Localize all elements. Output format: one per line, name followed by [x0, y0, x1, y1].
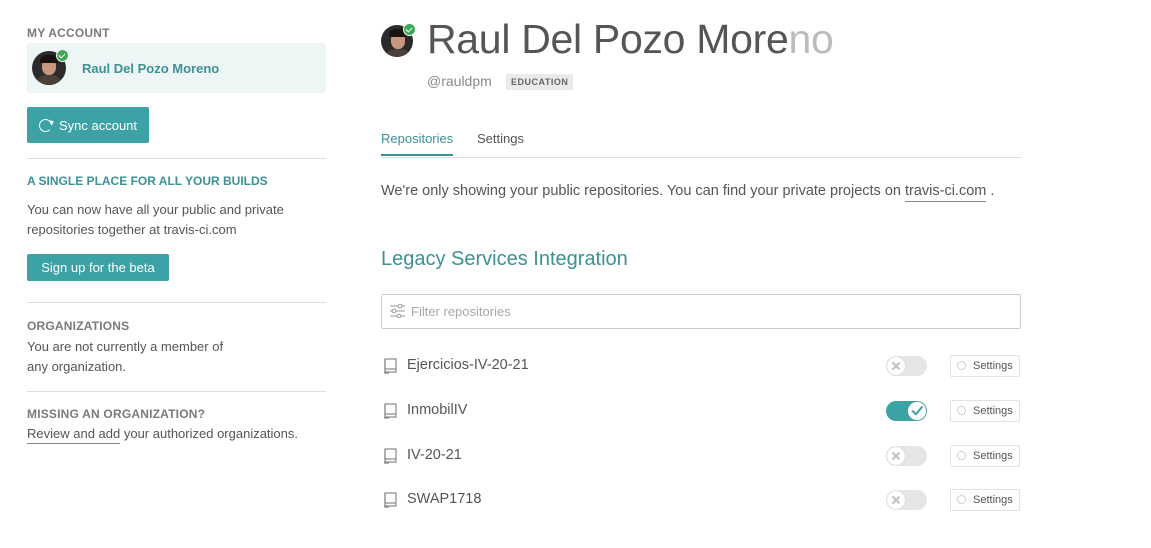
sign-up-beta-button[interactable]: Sign up for the beta — [27, 254, 169, 281]
my-account-heading: MY ACCOUNT — [27, 26, 110, 40]
profile-avatar — [381, 23, 416, 57]
repo-name[interactable]: Ejercicios-IV-20-21 — [407, 357, 529, 373]
sync-icon — [38, 118, 52, 132]
missing-org-heading: MISSING AN ORGANIZATION? — [27, 407, 206, 421]
repo-settings-label: Settings — [973, 360, 1013, 372]
divider — [27, 391, 326, 392]
repo-settings-label: Settings — [973, 450, 1013, 462]
filter-box[interactable] — [381, 294, 1021, 329]
repo-name[interactable]: InmobilIV — [407, 402, 467, 418]
divider — [27, 302, 326, 303]
avatar — [32, 49, 69, 85]
education-badge: EDUCATION — [506, 74, 574, 90]
missing-org-text: Review and add your authorized organizat… — [27, 426, 299, 444]
toggle-x-icon — [887, 357, 905, 375]
repo-name[interactable]: IV-20-21 — [407, 447, 462, 463]
repo-toggle[interactable] — [886, 356, 927, 376]
gear-icon — [957, 406, 966, 415]
verified-check-icon — [403, 23, 416, 36]
divider — [27, 158, 326, 159]
profile-handle: @rauldpm — [427, 73, 492, 89]
repo-row: SWAP1718 Settings — [381, 485, 1021, 515]
repo-name[interactable]: SWAP1718 — [407, 491, 481, 507]
repo-book-icon — [384, 403, 397, 419]
repo-row: Ejercicios-IV-20-21 Settings — [381, 351, 1021, 381]
tab-settings[interactable]: Settings — [477, 131, 524, 146]
beta-description: You can now have all your public and pri… — [27, 202, 284, 237]
repo-settings-button[interactable]: Settings — [950, 355, 1020, 377]
gear-icon — [957, 361, 966, 370]
organizations-heading: ORGANIZATIONS — [27, 319, 130, 333]
repo-settings-button[interactable]: Settings — [950, 400, 1020, 422]
toggle-x-icon — [887, 491, 905, 509]
account-name[interactable]: Raul Del Pozo Moreno — [82, 61, 219, 76]
tab-repositories[interactable]: Repositories — [381, 131, 454, 156]
repo-settings-button[interactable]: Settings — [950, 445, 1020, 467]
profile-name: Raul Del Pozo Moreno — [427, 16, 834, 63]
repo-row: InmobilIV Settings — [381, 396, 1021, 426]
repo-settings-label: Settings — [973, 494, 1013, 506]
repo-toggle[interactable] — [886, 401, 927, 421]
missing-org-rest: your authorized organizations. — [120, 426, 299, 441]
gear-icon — [957, 495, 966, 504]
account-card[interactable]: Raul Del Pozo Moreno — [27, 43, 326, 93]
repo-book-icon — [384, 358, 397, 374]
verified-check-icon — [56, 49, 69, 62]
organizations-text: You are not currently a member of any or… — [27, 339, 224, 374]
repo-book-icon — [384, 492, 397, 508]
repo-toggle[interactable] — [886, 490, 927, 510]
notice-text: We're only showing your public repositor… — [381, 183, 905, 199]
sync-account-label: Sync account — [58, 117, 138, 133]
repo-book-icon — [384, 448, 397, 464]
repo-toggle[interactable] — [886, 446, 927, 466]
toggle-check-icon — [908, 402, 926, 420]
profile-name-faded: no — [788, 16, 834, 62]
legacy-services-heading: Legacy Services Integration — [381, 248, 628, 270]
gear-icon — [957, 451, 966, 460]
repo-settings-label: Settings — [973, 405, 1013, 417]
profile-name-main: Raul Del Pozo More — [427, 16, 789, 62]
public-repos-notice: We're only showing your public repositor… — [381, 183, 995, 202]
profile-tabs: Repositories Settings — [381, 125, 1021, 158]
toggle-x-icon — [887, 447, 905, 465]
notice-suffix: . — [986, 183, 995, 199]
repo-row: IV-20-21 Settings — [381, 441, 1021, 471]
travis-ci-com-link[interactable]: travis-ci.com — [904, 183, 987, 202]
repo-settings-button[interactable]: Settings — [950, 489, 1020, 511]
sync-account-button[interactable]: Sync account — [27, 107, 149, 143]
review-and-add-link[interactable]: Review and add — [27, 426, 121, 444]
filter-repositories-input[interactable] — [411, 295, 971, 328]
filter-sliders-icon — [390, 304, 405, 318]
beta-heading: A SINGLE PLACE FOR ALL YOUR BUILDS — [27, 174, 268, 188]
